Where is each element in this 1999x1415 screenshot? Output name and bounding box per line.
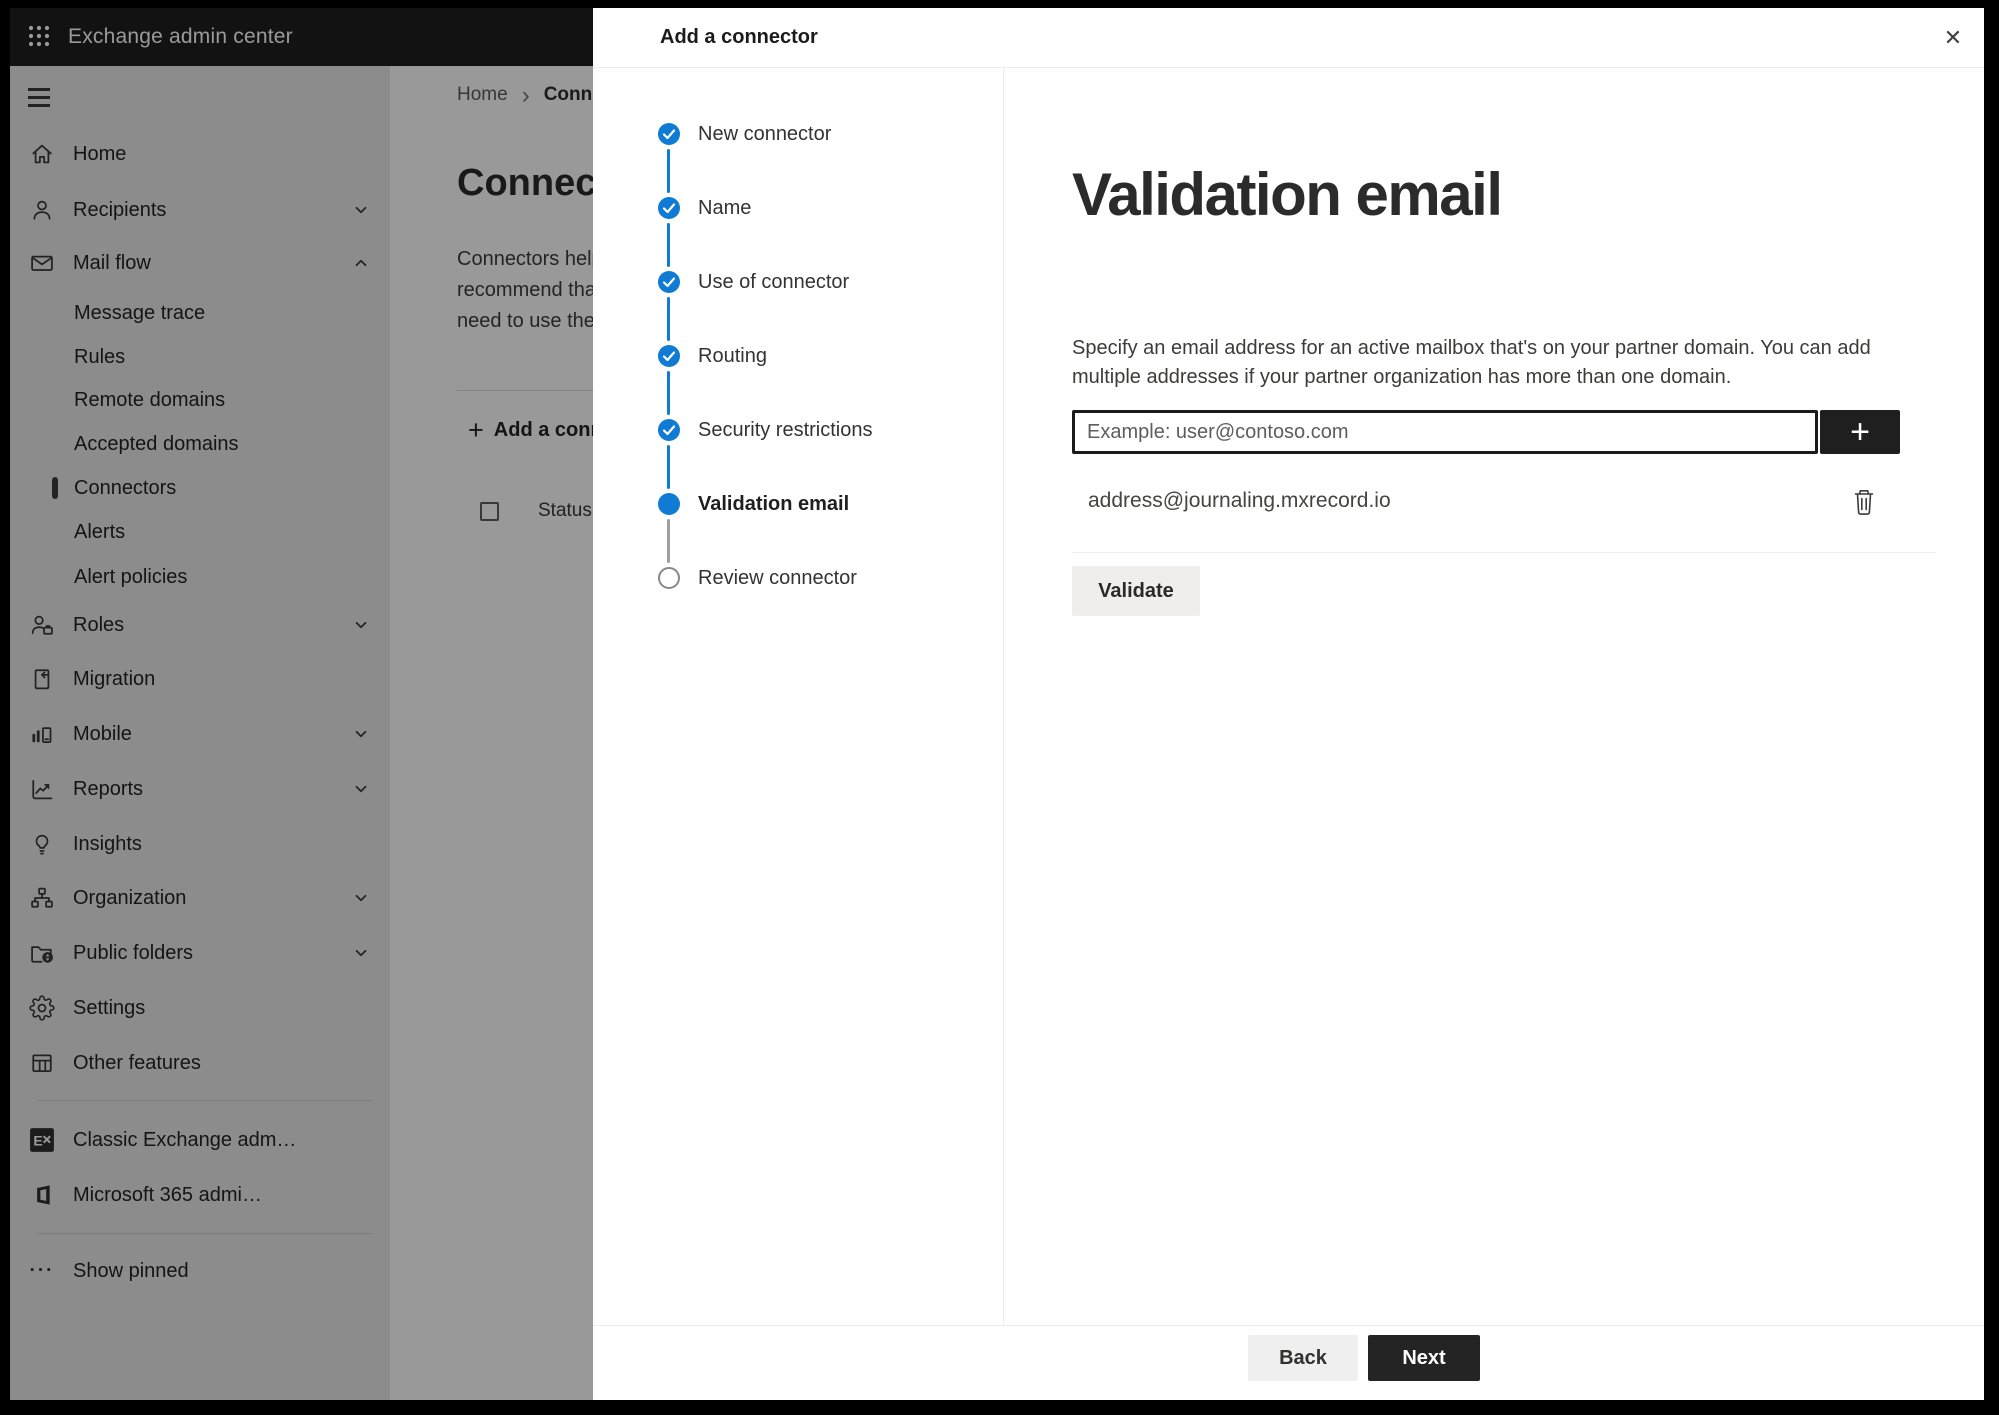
add-email-button[interactable]: +: [1820, 410, 1900, 454]
close-icon: ✕: [1943, 25, 1963, 50]
step-connector-line: [667, 149, 670, 193]
validation-email-input[interactable]: [1072, 410, 1818, 454]
added-address-row: address@journaling.mxrecord.io: [1072, 478, 1936, 528]
step-completed-icon: [658, 271, 680, 293]
screen: Exchange admin center Home Recipients Ma…: [10, 8, 1984, 1400]
step-completed-icon: [658, 123, 680, 145]
step-completed-icon: [658, 197, 680, 219]
step-connector-line: [667, 519, 670, 563]
step-connector-line: [667, 445, 670, 489]
step-connector-line: [667, 223, 670, 267]
step-upcoming-icon: [658, 567, 680, 589]
plus-icon: +: [1850, 413, 1870, 451]
close-button[interactable]: ✕: [1936, 21, 1970, 55]
step-heading: Validation email: [1072, 161, 1503, 228]
address-list-divider: [1072, 552, 1936, 553]
wizard-steps-rail: New connector Name Use of connector Rout…: [593, 69, 1004, 1325]
modal-header: Add a connector ✕: [593, 8, 1984, 68]
added-address: address@journaling.mxrecord.io: [1088, 489, 1391, 512]
delete-address-button[interactable]: [1847, 484, 1881, 522]
step-completed-icon: [658, 345, 680, 367]
wizard-step-validation-email[interactable]: Validation email: [593, 486, 1003, 522]
back-button[interactable]: Back: [1248, 1335, 1358, 1381]
wizard-step-security-restrictions[interactable]: Security restrictions: [593, 412, 1003, 448]
step-connector-line: [667, 297, 670, 341]
wizard-step-routing[interactable]: Routing: [593, 338, 1003, 374]
modal-footer: Back Next: [593, 1325, 1984, 1400]
add-connector-modal: Add a connector ✕ New connector Name Use…: [593, 8, 1984, 1400]
wizard-step-new-connector[interactable]: New connector: [593, 116, 1003, 152]
step-connector-line: [667, 371, 670, 415]
step-description: Specify an email address for an active m…: [1072, 337, 1871, 388]
trash-icon: [1851, 489, 1877, 520]
wizard-step-name[interactable]: Name: [593, 190, 1003, 226]
step-current-icon: [658, 493, 680, 515]
modal-title: Add a connector: [660, 26, 818, 48]
validate-button[interactable]: Validate: [1072, 566, 1200, 616]
wizard-step-use-of-connector[interactable]: Use of connector: [593, 264, 1003, 300]
next-button[interactable]: Next: [1368, 1335, 1480, 1381]
step-completed-icon: [658, 419, 680, 441]
wizard-step-review-connector[interactable]: Review connector: [593, 560, 1003, 596]
